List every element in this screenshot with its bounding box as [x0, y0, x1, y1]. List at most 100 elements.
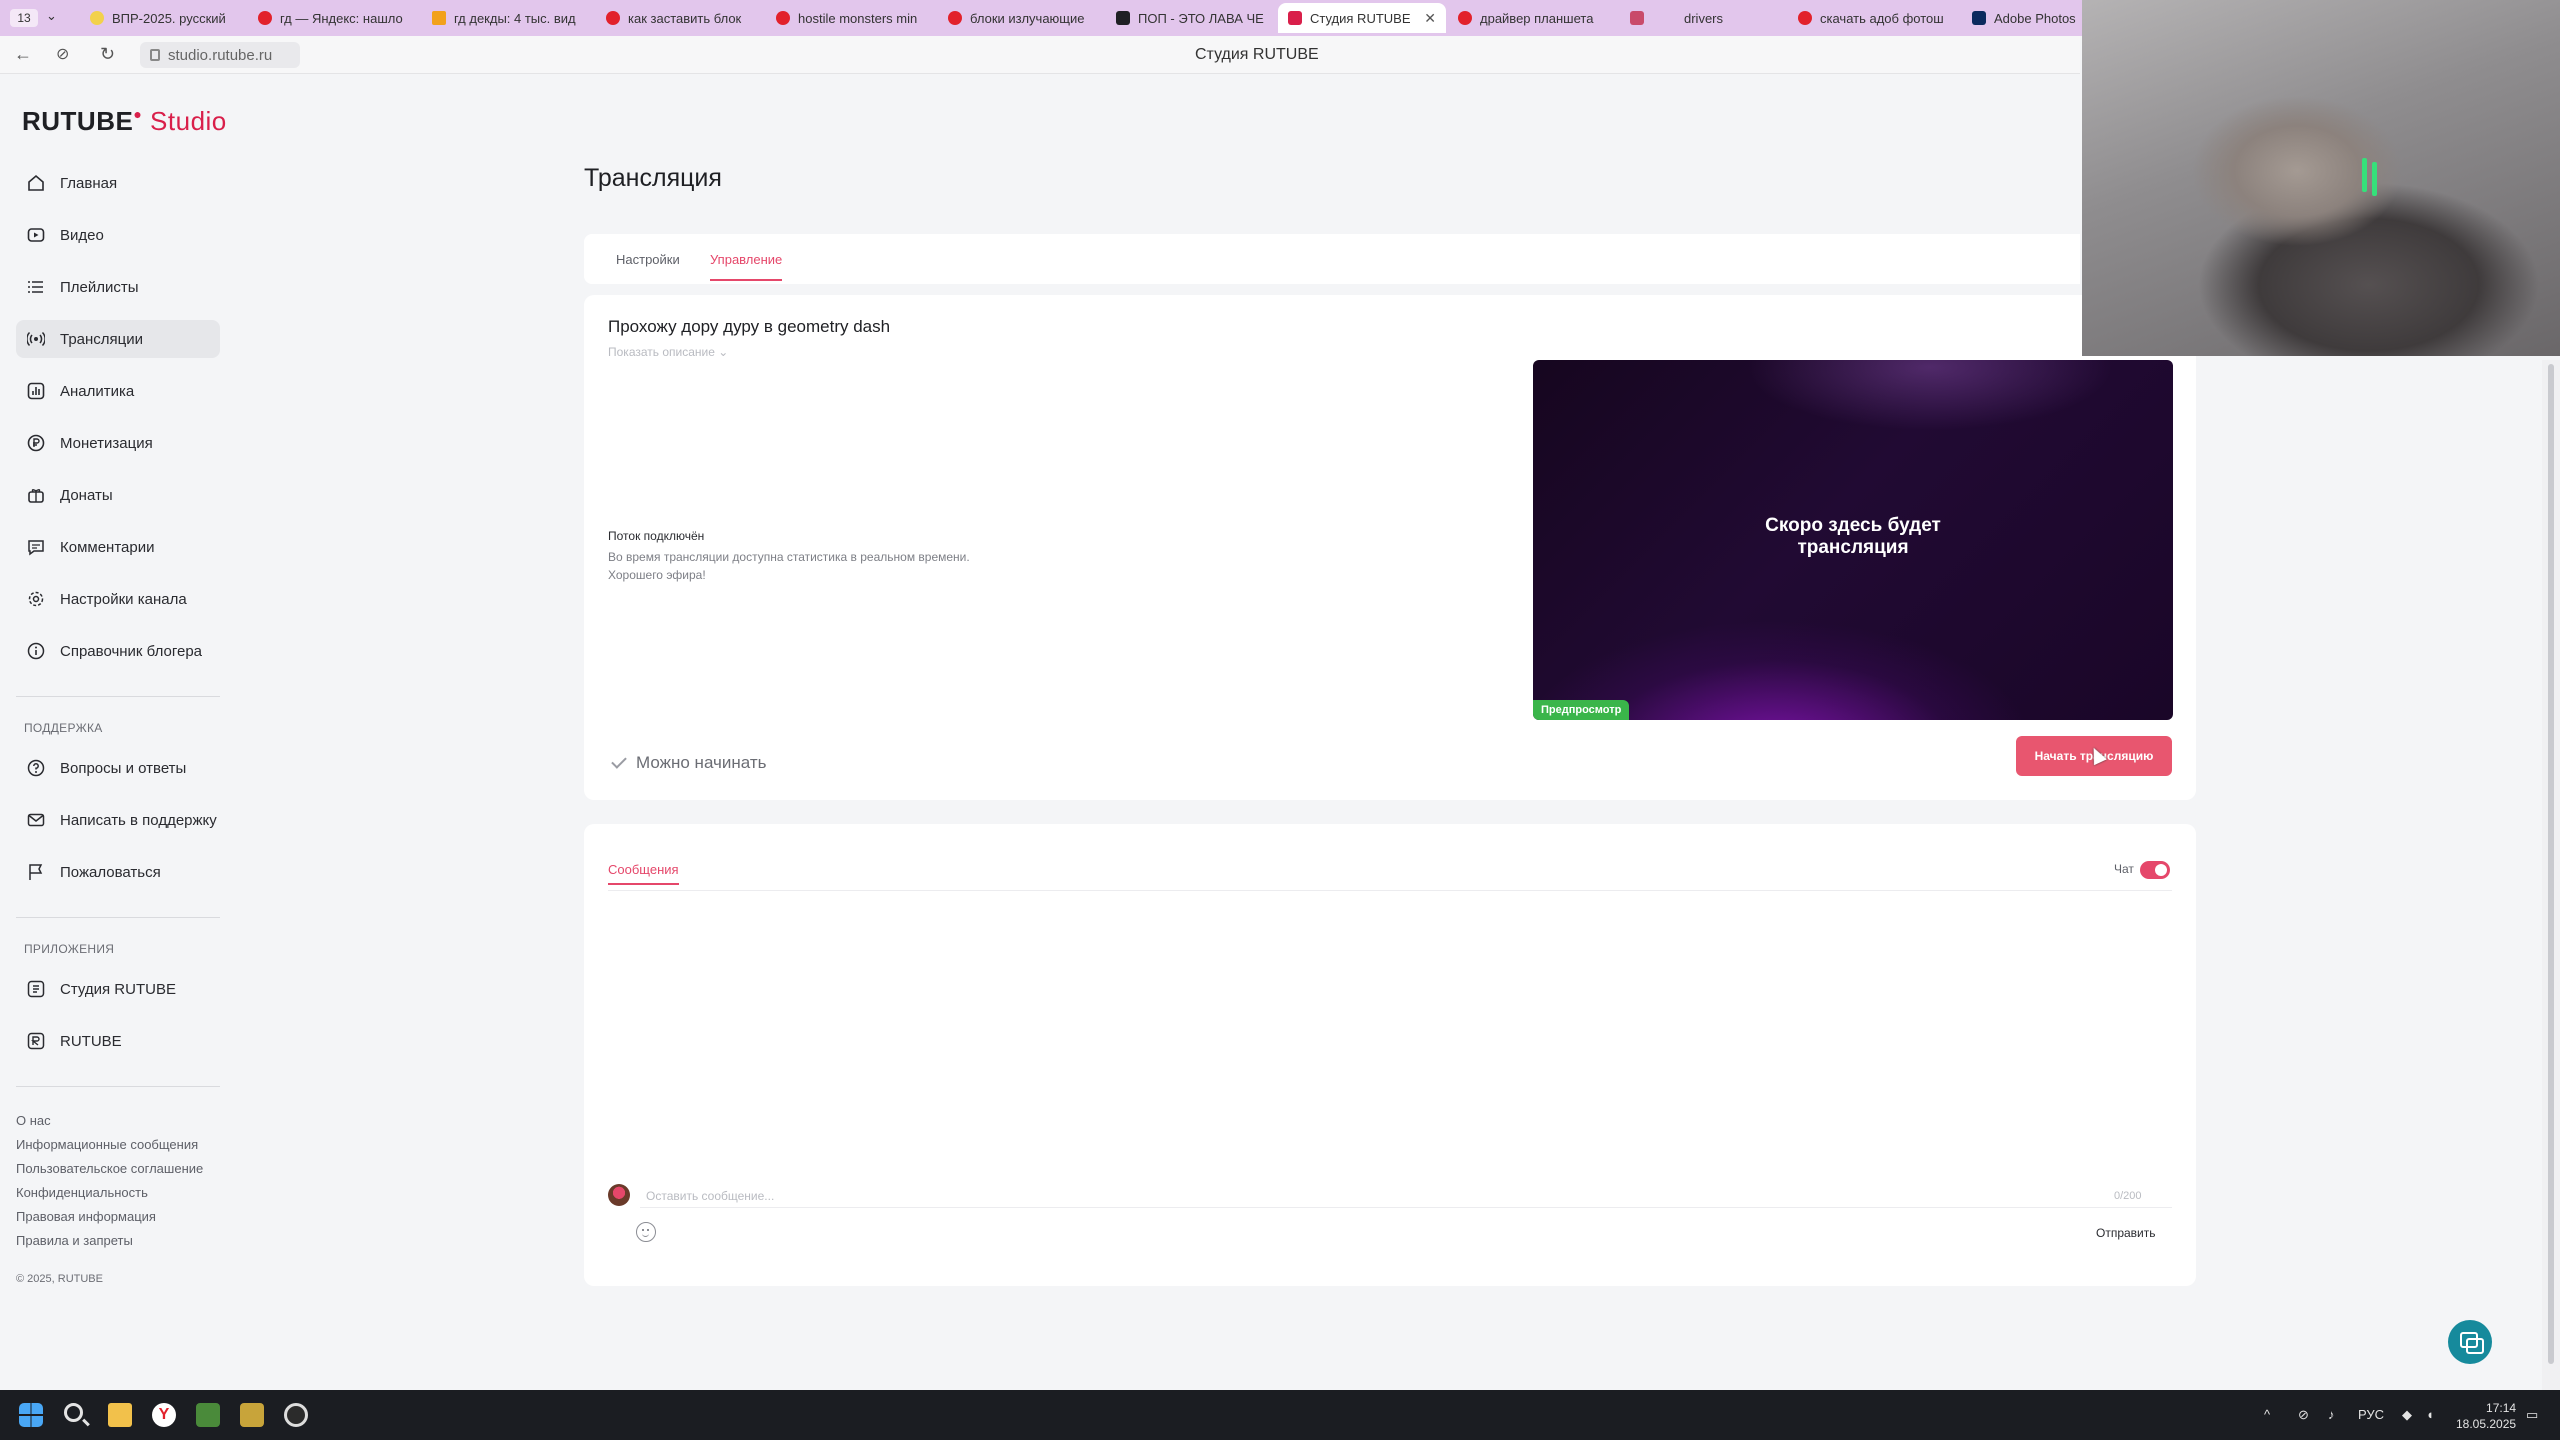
browser-tab-label: гд — Яндекс: нашло [280, 10, 403, 26]
sidebar-item-playlists[interactable]: Плейлисты [16, 268, 220, 306]
chat-char-counter: 0/200 [2114, 1190, 2142, 1202]
info-icon [26, 641, 46, 661]
sidebar-item-blogger-guide[interactable]: Справочник блогера [16, 632, 220, 670]
footer-link-agreement[interactable]: Пользовательское соглашение [16, 1161, 203, 1176]
rutube-favicon-icon [1116, 11, 1130, 25]
stream-preview[interactable]: Скоро здесь будет трансляция Предпросмот… [1533, 360, 2173, 720]
yandex-browser-icon[interactable]: Y [152, 1403, 176, 1427]
back-arrow-icon[interactable]: ← [14, 44, 32, 65]
tab-counter[interactable]: 13 [10, 9, 38, 27]
sidebar-item-studio-app[interactable]: Студия RUTUBE [16, 970, 220, 1008]
sidebar-item-write-support[interactable]: Написать в поддержку [16, 801, 220, 839]
browser-tab[interactable]: Adobe Photos [1962, 3, 2082, 33]
chat-toggle-label: Чат [2114, 862, 2134, 876]
sidebar-divider [16, 1086, 220, 1087]
tray-chevron-icon[interactable]: ^ [2264, 1407, 2270, 1422]
browser-tab[interactable]: как заставить блок [596, 3, 766, 33]
footer-link-rules[interactable]: Правила и запреты [16, 1233, 133, 1248]
footer-link-legal[interactable]: Правовая информация [16, 1209, 156, 1224]
sidebar-item-rutube-app[interactable]: RUTUBE [16, 1022, 220, 1060]
minecraft-icon[interactable] [196, 1403, 220, 1427]
windows-start-icon[interactable] [19, 1403, 43, 1427]
notifications-icon[interactable]: ▭ [2526, 1407, 2538, 1423]
support-chat-button[interactable] [2448, 1320, 2492, 1364]
browser-tab[interactable]: блоки излучающие [938, 3, 1108, 33]
folder-icon[interactable] [108, 1403, 132, 1427]
preview-message: Скоро здесь будет трансляция [1533, 515, 2173, 559]
network-off-icon[interactable]: ⊘ [2298, 1407, 2309, 1423]
tab-list-chevron-icon[interactable]: ⌄ [46, 8, 57, 24]
sidebar-item-video[interactable]: Видео [16, 216, 220, 254]
wifi-icon[interactable]: ◆ [2402, 1407, 2412, 1423]
preview-message-line: трансляция [1797, 537, 1909, 558]
yandex-favicon-icon [948, 11, 962, 25]
url-field[interactable]: studio.rutube.ru [140, 42, 300, 68]
rutube-studio-logo[interactable]: RUTUBE● Studio [22, 106, 227, 137]
browser-tab-label: скачать адоб фотош [1820, 10, 1944, 26]
comment-icon [26, 537, 46, 557]
send-button[interactable]: Отправить [2096, 1226, 2156, 1240]
browser-tab[interactable]: hostile monsters min [766, 3, 936, 33]
tab-management[interactable]: Управление [710, 252, 783, 281]
close-tab-icon[interactable]: ✕ [1424, 10, 1436, 27]
sidebar-item-label: Пожаловаться [60, 863, 161, 881]
browser-tab-label: драйвер планшета [1480, 10, 1594, 26]
footer-link-privacy[interactable]: Конфиденциальность [16, 1185, 148, 1200]
browser-tab[interactable]: ПОП - ЭТО ЛАВА ЧЕ [1106, 3, 1276, 33]
sidebar-item-home[interactable]: Главная [16, 164, 220, 202]
window-title: Студия RUTUBE [1195, 46, 1319, 63]
volume-icon[interactable]: ◖ [2426, 1407, 2434, 1422]
browser-tab[interactable]: ВПР-2025. русский [80, 3, 244, 33]
home-icon [26, 173, 46, 193]
gear-icon [26, 589, 46, 609]
stream-status-line: Хорошего эфира! [608, 568, 706, 582]
clock-time: 17:14 [2486, 1401, 2517, 1415]
recorder-app-icon[interactable] [284, 1403, 308, 1427]
reload-icon[interactable]: ↻ [100, 44, 115, 65]
sidebar-item-label: RUTUBE [60, 1032, 122, 1050]
photo-app-icon[interactable] [240, 1403, 264, 1427]
sidebar-item-analytics[interactable]: Аналитика [16, 372, 220, 410]
browser-tab[interactable]: драйвер планшета [1448, 3, 1618, 33]
page-scrollbar[interactable] [2542, 360, 2560, 1390]
chat-message-input[interactable] [640, 1184, 2172, 1208]
browser-tab[interactable]: гд — Яндекс: нашло [248, 3, 418, 33]
flag-icon [26, 862, 46, 882]
tab-settings[interactable]: Настройки [616, 252, 680, 267]
protect-icon[interactable]: ⊘ [56, 44, 69, 64]
sidebar-item-monetization[interactable]: Монетизация [16, 424, 220, 462]
tab-messages[interactable]: Сообщения [608, 862, 679, 885]
footer-link-about[interactable]: О нас [16, 1113, 51, 1128]
browser-tab-label: как заставить блок [628, 10, 742, 26]
search-icon[interactable] [64, 1403, 83, 1422]
sidebar-item-donations[interactable]: Донаты [16, 476, 220, 514]
stream-card: Прохожу дору дуру в geometry dash Показа… [584, 295, 2196, 800]
browser-tab[interactable] [1620, 3, 1668, 33]
browser-tab-label: hostile monsters min [798, 10, 918, 26]
sidebar-item-comments[interactable]: Комментарии [16, 528, 220, 566]
ready-status-label: Можно начинать [636, 753, 767, 772]
browser-tab[interactable]: drivers [1668, 3, 1788, 33]
sidebar-item-faq[interactable]: Вопросы и ответы [16, 749, 220, 787]
footer-link-info[interactable]: Информационные сообщения [16, 1137, 198, 1152]
browser-tab-active[interactable]: Студия RUTUBE ✕ [1278, 3, 1446, 33]
sidebar-item-report[interactable]: Пожаловаться [16, 853, 220, 891]
chat-divider [608, 890, 2172, 891]
logo-product: Studio [150, 106, 227, 136]
avatar [608, 1184, 630, 1206]
browser-tab[interactable]: гд декды: 4 тыс. вид [422, 3, 592, 33]
lock-icon [150, 49, 160, 61]
browser-tab[interactable]: скачать адоб фотош [1788, 3, 1960, 33]
scrollbar-thumb[interactable] [2548, 364, 2554, 1364]
microphone-icon[interactable]: ♪ [2328, 1407, 2335, 1422]
browser-tab-label: ВПР-2025. русский [112, 10, 226, 26]
input-language[interactable]: РУС [2358, 1407, 2384, 1422]
chat-toggle[interactable] [2140, 861, 2170, 879]
sidebar-item-channel-settings[interactable]: Настройки канала [16, 580, 220, 618]
system-clock[interactable]: 17:14 18.05.2025 [2456, 1400, 2516, 1432]
show-description-link[interactable]: Показать описание ⌄ [608, 345, 728, 359]
logo-brand: RUTUBE [22, 106, 134, 136]
sidebar-item-streams[interactable]: Трансляции [16, 320, 220, 358]
emoji-icon[interactable] [636, 1222, 656, 1242]
stream-status-title: Поток подключён [608, 529, 705, 543]
